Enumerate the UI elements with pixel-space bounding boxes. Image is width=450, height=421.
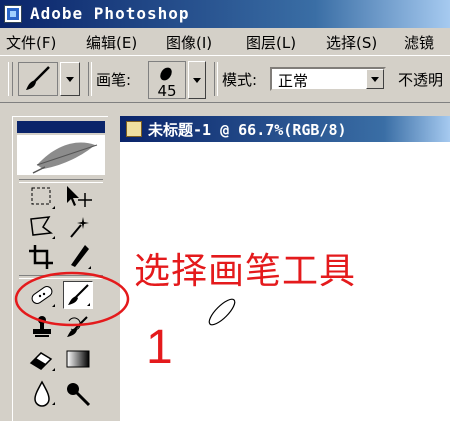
document-title-bar[interactable]: 未标题-1 @ 66.7%(RGB/8) <box>120 116 450 142</box>
document-title: 未标题-1 @ 66.7%(RGB/8) <box>148 121 347 139</box>
menu-edit[interactable]: 编辑(E) <box>86 32 137 53</box>
magic-wand-icon <box>70 217 89 238</box>
crop-icon <box>29 245 53 269</box>
document-icon <box>126 121 142 137</box>
marquee-icon <box>31 187 55 209</box>
dodge-icon <box>67 383 91 407</box>
gradient-tool[interactable] <box>63 345 93 373</box>
tool-preset-dropdown[interactable] <box>60 62 80 96</box>
menu-image[interactable]: 图像(I) <box>166 32 212 53</box>
feather-logo[interactable] <box>17 135 105 175</box>
options-bar-grip[interactable] <box>8 62 13 96</box>
marquee-tool[interactable] <box>27 183 57 211</box>
toolbox-separator <box>19 275 103 279</box>
menu-layer[interactable]: 图层(L) <box>246 32 296 53</box>
menu-bar: 文件(F) 编辑(E) 图像(I) 图层(L) 选择(S) 滤镜 <box>0 28 450 54</box>
healing-brush-icon <box>31 286 55 307</box>
magic-wand-tool[interactable] <box>63 213 93 241</box>
options-separator <box>88 62 92 96</box>
brush-icon <box>26 66 50 90</box>
opacity-label: 不透明 <box>398 71 444 89</box>
mode-dropdown-button[interactable] <box>366 69 384 89</box>
app-title-bar: Adobe Photoshop <box>0 0 450 28</box>
move-icon <box>67 186 92 207</box>
menu-select[interactable]: 选择(S) <box>326 32 377 53</box>
toolbox-header[interactable] <box>17 121 105 133</box>
app-title: Adobe Photoshop <box>30 4 190 23</box>
move-tool[interactable] <box>63 183 93 211</box>
blur-icon <box>34 380 55 407</box>
clone-stamp-icon <box>33 316 51 337</box>
blur-tool[interactable] <box>27 379 57 407</box>
brush-size: 45 <box>157 82 177 100</box>
chevron-down-icon <box>193 78 201 83</box>
toolbox <box>12 116 108 421</box>
slice-icon <box>71 245 91 269</box>
menu-filter[interactable]: 滤镜 <box>404 32 434 53</box>
step-number: 1 <box>146 321 173 374</box>
gradient-icon <box>66 350 90 368</box>
slice-tool[interactable] <box>63 243 93 271</box>
brush-label: 画笔: <box>96 71 132 89</box>
brush-icon <box>68 284 90 306</box>
feather-icon <box>32 142 98 174</box>
brush-tip-icon <box>157 65 175 83</box>
eraser-icon <box>29 352 55 371</box>
chevron-down-icon <box>371 77 379 82</box>
lasso-tool[interactable] <box>27 213 57 241</box>
brush-tool[interactable] <box>63 281 93 309</box>
eraser-tool[interactable] <box>27 345 57 373</box>
history-brush-icon <box>67 316 88 337</box>
chevron-down-icon <box>66 77 74 82</box>
instruction-annotation: 选择画笔工具 <box>134 251 357 292</box>
history-brush-tool[interactable] <box>63 313 93 341</box>
options-bar: 画笔: 45 模式: 正常 不透明 <box>0 55 450 103</box>
clone-stamp-tool[interactable] <box>27 313 57 341</box>
lasso-icon <box>30 216 55 239</box>
mode-value: 正常 <box>278 72 309 90</box>
tool-preset-button[interactable] <box>18 62 58 96</box>
photoshop-logo-icon <box>4 5 22 23</box>
mode-select[interactable]: 正常 <box>270 67 386 91</box>
crop-tool[interactable] <box>27 243 57 271</box>
menu-file[interactable]: 文件(F) <box>6 32 56 53</box>
brush-picker-dropdown[interactable] <box>188 61 206 99</box>
healing-brush-tool[interactable] <box>27 281 57 309</box>
options-separator <box>214 62 218 96</box>
dodge-tool[interactable] <box>63 379 93 407</box>
brush-picker[interactable]: 45 <box>148 61 186 100</box>
mode-label: 模式: <box>222 71 258 89</box>
